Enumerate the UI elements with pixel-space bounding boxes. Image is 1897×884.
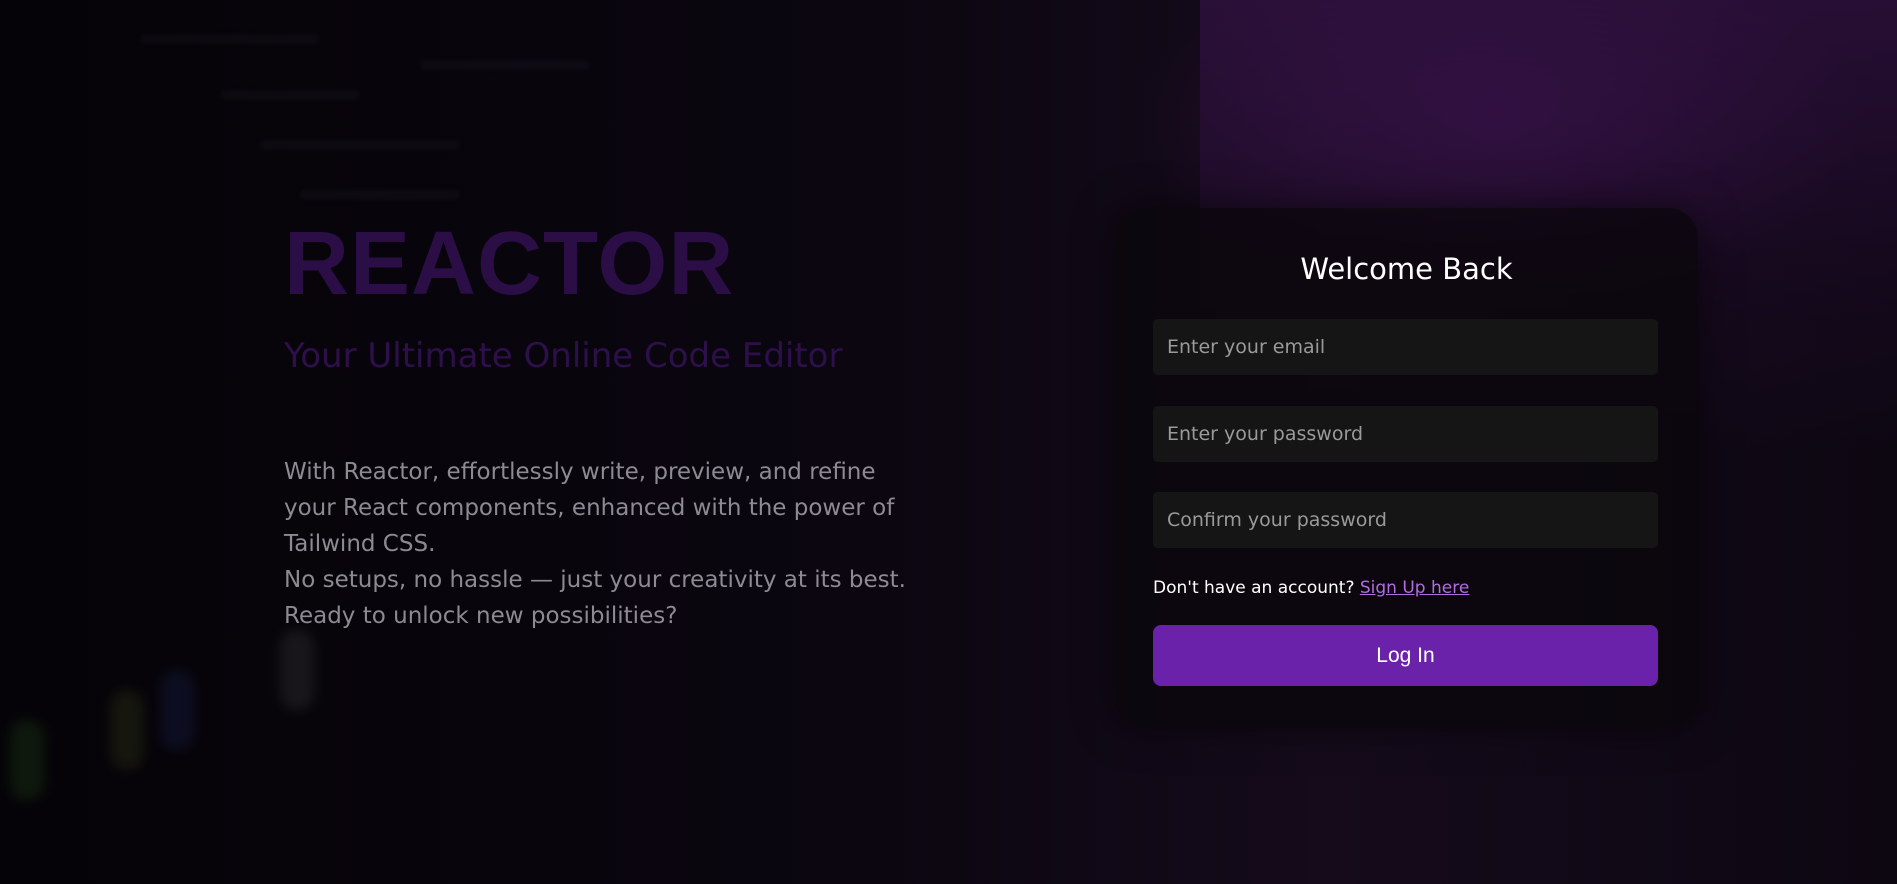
signup-prompt-row: Don't have an account? Sign Up here [1153,578,1469,598]
background-code-line [420,60,590,70]
confirm-password-field[interactable] [1153,492,1658,548]
login-button[interactable]: Log In [1153,625,1658,686]
description-line: No setups, no hassle — just your creativ… [284,567,906,629]
background-blur-shape [10,720,44,800]
app-subtitle: Your Ultimate Online Code Editor [284,336,843,376]
app-description: With Reactor, effortlessly write, previe… [284,454,924,634]
login-page: REACTOR Your Ultimate Online Code Editor… [0,0,1897,884]
background-blur-shape [280,630,314,710]
login-title: Welcome Back [1300,252,1513,286]
hero-section: REACTOR Your Ultimate Online Code Editor… [284,214,924,634]
login-card: Welcome Back Don't have an account? Sign… [1115,208,1698,728]
background-blur-shape [110,690,144,770]
signup-prompt: Don't have an account? [1153,578,1355,598]
password-field[interactable] [1153,406,1658,462]
app-title: REACTOR [284,214,735,314]
background-code-line [220,90,360,100]
background-code-line [260,140,460,150]
description-line: With Reactor, effortlessly write, previe… [284,459,895,557]
background-code-line [140,34,320,44]
signup-link[interactable]: Sign Up here [1360,578,1469,598]
email-field[interactable] [1153,319,1658,375]
background-code-line [300,190,460,200]
background-blur-shape [160,670,194,750]
